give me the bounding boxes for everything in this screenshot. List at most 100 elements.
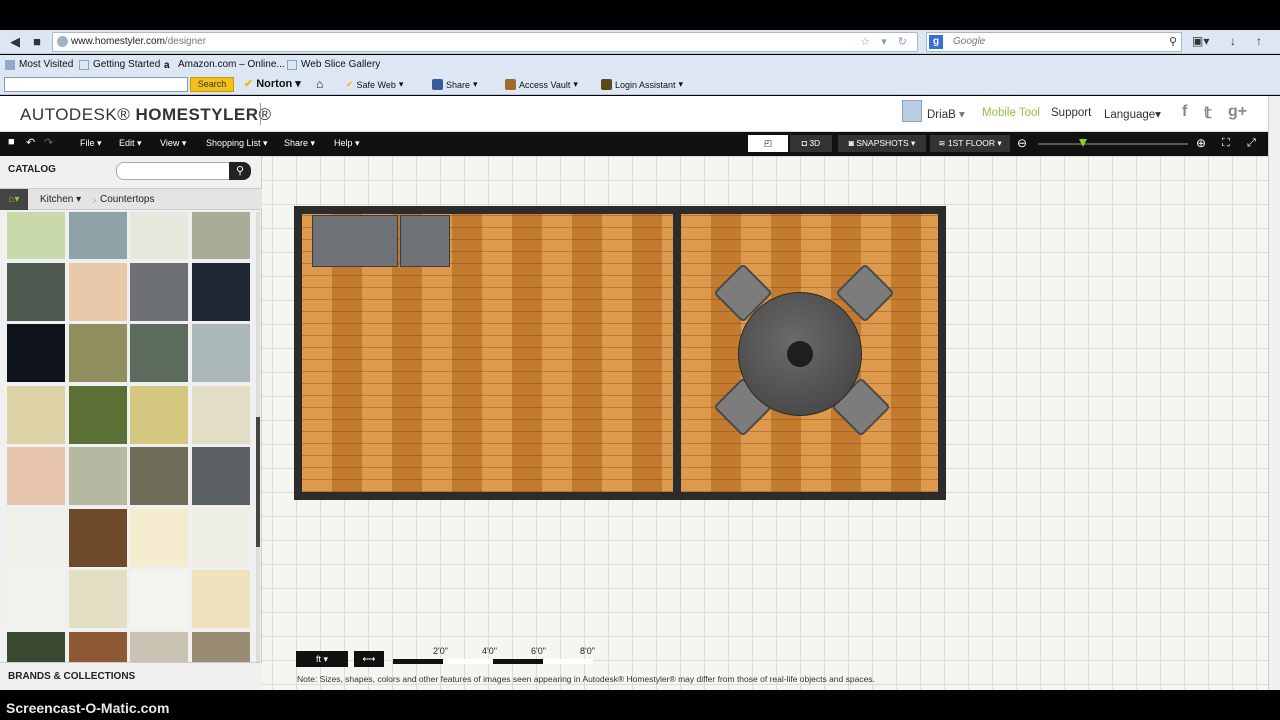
countertop-swatch[interactable]: [68, 262, 127, 321]
countertop-swatch[interactable]: [191, 508, 250, 567]
floor-plan-canvas[interactable]: [262, 156, 1268, 690]
menu-view[interactable]: View ▾: [160, 138, 186, 149]
countertop-swatch[interactable]: [191, 570, 250, 628]
fit-view-icon[interactable]: ⛶: [1222, 137, 1230, 150]
autodesk-homestyler-logo[interactable]: AUTODESK® HOMESTYLER®: [20, 105, 272, 125]
menu-file[interactable]: File ▾: [80, 138, 102, 149]
zoom-out-icon[interactable]: ⊖: [1017, 136, 1027, 150]
menu-shopping-list[interactable]: Shopping List ▾: [206, 138, 268, 149]
toolbar-search-input[interactable]: [4, 77, 188, 92]
addon-bar-icon[interactable]: ▣▾: [1192, 34, 1209, 48]
avatar[interactable]: [902, 100, 922, 122]
bookmark-getting-started[interactable]: Getting Started: [79, 59, 160, 70]
redo-icon[interactable]: ↷: [44, 136, 53, 149]
fullscreen-icon[interactable]: ⤢: [1247, 137, 1256, 150]
countertop-swatch[interactable]: [68, 385, 127, 444]
norton-button[interactable]: ✔ Norton ▾: [244, 77, 301, 91]
brands-collections-header[interactable]: BRANDS & COLLECTIONS: [0, 662, 262, 690]
bookmark-star-icon[interactable]: ☆ ▾ ↻: [860, 33, 911, 51]
3d-view-button[interactable]: ◘ 3D: [790, 135, 832, 152]
zoom-slider-handle[interactable]: [1079, 139, 1087, 147]
page-scrollbar[interactable]: [1268, 96, 1280, 690]
google-plus-icon[interactable]: g+: [1228, 103, 1247, 121]
download-icon[interactable]: ↓: [1230, 34, 1236, 48]
countertop-swatch[interactable]: [7, 262, 65, 321]
save-icon[interactable]: ■: [8, 136, 15, 148]
home-icon[interactable]: ↑: [1256, 34, 1262, 48]
search-icon[interactable]: ⚲: [1169, 33, 1177, 51]
countertop-swatch[interactable]: [68, 631, 127, 662]
access-vault-button[interactable]: Access Vault ▾: [505, 79, 578, 90]
zoom-in-icon[interactable]: ⊕: [1196, 136, 1206, 150]
menu-label: Help: [334, 138, 353, 148]
bookmark-amazon[interactable]: a Amazon.com – Online...: [164, 59, 285, 71]
countertop-swatch[interactable]: [68, 508, 127, 567]
countertop-swatch[interactable]: [7, 570, 65, 628]
menu-edit[interactable]: Edit ▾: [119, 138, 142, 149]
countertop-swatch[interactable]: [130, 212, 188, 259]
countertop-swatch[interactable]: [7, 508, 65, 567]
home-icon[interactable]: ⌂▾: [0, 189, 28, 210]
countertop-swatch[interactable]: [130, 324, 188, 382]
browser-search-input[interactable]: g Google ⚲: [926, 32, 1182, 52]
countertop-swatch[interactable]: [68, 447, 127, 505]
page-icon: ■: [33, 34, 41, 49]
header-divider: [260, 103, 261, 125]
countertop-swatch[interactable]: [130, 262, 188, 321]
search-icon[interactable]: ⚲: [229, 162, 251, 180]
countertop-swatch[interactable]: [7, 385, 65, 444]
language-menu[interactable]: Language▾: [1104, 107, 1161, 121]
facebook-icon[interactable]: f: [1182, 103, 1187, 121]
countertop-swatch[interactable]: [191, 631, 250, 662]
safe-web-label: Safe Web: [356, 79, 396, 90]
user-menu[interactable]: DriaB ▾: [927, 107, 965, 121]
countertop-swatch[interactable]: [130, 385, 188, 444]
table-centerpiece[interactable]: [787, 341, 813, 367]
share-toolbar-button[interactable]: Share ▾: [432, 79, 478, 90]
snapshots-button[interactable]: ◙ SNAPSHOTS ▾: [838, 135, 926, 152]
bookmark-most-visited[interactable]: Most Visited: [5, 59, 73, 70]
countertop-swatch[interactable]: [68, 324, 127, 382]
countertop-swatch[interactable]: [7, 631, 65, 662]
countertop-swatch[interactable]: [7, 212, 65, 259]
menu-help[interactable]: Help ▾: [334, 138, 360, 149]
countertop-swatch[interactable]: [68, 570, 127, 628]
bookmark-web-slice[interactable]: Web Slice Gallery: [287, 59, 380, 70]
countertop-swatch[interactable]: [191, 447, 250, 505]
mobile-tool-link[interactable]: Mobile Tool: [982, 107, 1040, 119]
countertop-swatch[interactable]: [7, 447, 65, 505]
scrollbar-thumb[interactable]: [256, 417, 260, 547]
countertop-swatch[interactable]: [130, 508, 188, 567]
home-button[interactable]: ⌂: [316, 77, 323, 91]
2d-view-button[interactable]: ◰: [748, 135, 788, 152]
countertop-swatch[interactable]: [68, 212, 127, 259]
catalog-scrollbar[interactable]: [256, 212, 260, 662]
countertop-swatch[interactable]: [130, 447, 188, 505]
back-icon[interactable]: ◀: [6, 33, 24, 51]
kitchen-cabinet[interactable]: [400, 215, 450, 267]
countertop-swatch[interactable]: [191, 385, 250, 444]
address-field[interactable]: www.homestyler.com/designer ☆ ▾ ↻: [52, 32, 918, 52]
countertop-swatch[interactable]: [191, 212, 250, 259]
menu-share[interactable]: Share ▾: [284, 138, 315, 149]
countertop-swatch[interactable]: [191, 324, 250, 382]
undo-icon[interactable]: ↶: [26, 136, 35, 149]
countertop-swatch[interactable]: [7, 324, 65, 382]
url-path: /designer: [164, 36, 207, 47]
ruler-button[interactable]: ⟷: [354, 651, 384, 667]
zoom-slider[interactable]: [1038, 139, 1188, 147]
countertop-swatch[interactable]: [130, 631, 188, 662]
twitter-icon[interactable]: 𝕥: [1204, 103, 1211, 123]
support-link[interactable]: Support: [1051, 107, 1091, 119]
floor-selector[interactable]: ≋ 1ST FLOOR ▾: [930, 135, 1010, 152]
breadcrumb-countertops[interactable]: Countertops: [100, 194, 154, 205]
toolbar-search-button[interactable]: Search: [190, 77, 234, 92]
breadcrumb-kitchen[interactable]: Kitchen ▾: [40, 194, 81, 205]
login-assistant-button[interactable]: Login Assistant ▾: [601, 79, 683, 90]
countertop-swatch[interactable]: [191, 262, 250, 321]
safe-web-button[interactable]: ✔ Safe Web ▾: [346, 79, 403, 90]
units-select[interactable]: ft ▾: [296, 651, 348, 667]
kitchen-counter[interactable]: [312, 215, 398, 267]
countertop-swatch[interactable]: [130, 570, 188, 628]
catalog-search-input[interactable]: [116, 162, 230, 180]
